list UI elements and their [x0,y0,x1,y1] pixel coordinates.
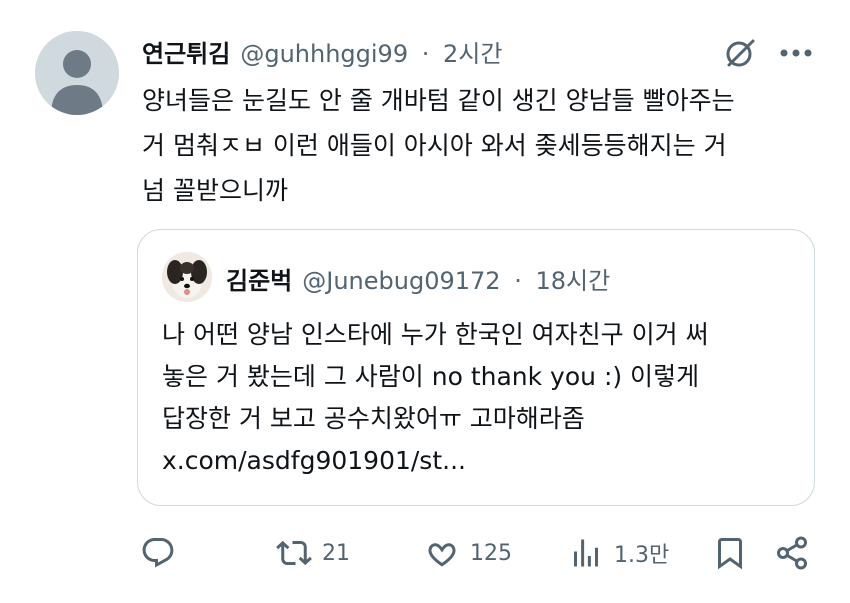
dog-photo-avatar [162,252,212,302]
retweet-button[interactable]: 21 [276,528,350,578]
quoted-link[interactable]: x.com/asdfg901901/st... [162,440,792,482]
more-button[interactable] [772,33,820,73]
tweet-text: 양녀들은 눈길도 안 줄 개바텀 같이 생긴 양남들 빨아주는 거 멈춰ㅈㅂ 이… [142,78,832,213]
bookmark-button[interactable] [712,528,748,578]
views-icon [574,539,598,567]
tweet-text-line: 양녀들은 눈길도 안 줄 개바텀 같이 생긴 양남들 빨아주는 [142,86,735,115]
quoted-tweet[interactable]: 김준벅 @Junebug09172 · 18시간 나 어떤 양남 인스타에 누가… [137,229,815,506]
more-dots-icon [780,49,812,57]
retweet-icon [276,540,312,566]
quoted-timestamp[interactable]: 18시간 [535,267,610,295]
quoted-text-line: 답장한 거 보고 공수치왔어ㅠ 고마해라좀 [162,404,585,433]
separator-dot: · [514,266,522,295]
separator-dot: · [421,39,430,68]
timestamp[interactable]: 2시간 [443,40,502,68]
quoted-text-line: 놓은 거 봤는데 그 사람이 no thank you :) 이렇게 [162,362,700,391]
grok-icon [726,39,755,67]
share-button[interactable] [774,528,810,578]
tweet-text-line: 거 멈춰ㅈㅂ 이런 애들이 아시아 와서 좆세등등해지는 거 [142,131,727,160]
author-handle[interactable]: @guhhhggi99 [240,40,408,68]
reply-icon [142,538,174,568]
quoted-text-line: 나 어떤 양남 인스타에 누가 한국인 여자친구 이거 써 [162,320,709,349]
quoted-author-handle[interactable]: @Junebug09172 [302,267,500,295]
grok-button[interactable] [720,33,760,73]
views-count: 1.3만 [614,543,670,568]
avatar[interactable] [35,31,119,115]
share-icon [777,536,807,570]
tweet-text-line: 넘 꼴받으니까 [142,176,288,205]
default-avatar-icon [35,31,119,115]
like-count: 125 [470,540,512,566]
action-bar: 21 125 1.3만 [134,528,824,578]
quoted-text: 나 어떤 양남 인스타에 누가 한국인 여자친구 이거 써 놓은 거 봤는데 그… [162,314,792,482]
views-button[interactable]: 1.3만 [568,528,669,578]
author-name[interactable]: 연근튀김 [142,34,230,69]
tweet-header: 연근튀김 @guhhhggi99 · 2시간 [142,33,508,69]
quoted-author-name[interactable]: 김준벅 [226,261,292,296]
bookmark-icon [718,538,742,570]
quoted-header: 김준벅 @Junebug09172 · 18시간 [226,258,616,298]
quoted-avatar[interactable] [162,252,212,302]
retweet-count: 21 [322,540,350,566]
reply-button[interactable] [140,528,176,578]
like-button[interactable]: 125 [424,528,512,578]
heart-icon [428,543,456,567]
